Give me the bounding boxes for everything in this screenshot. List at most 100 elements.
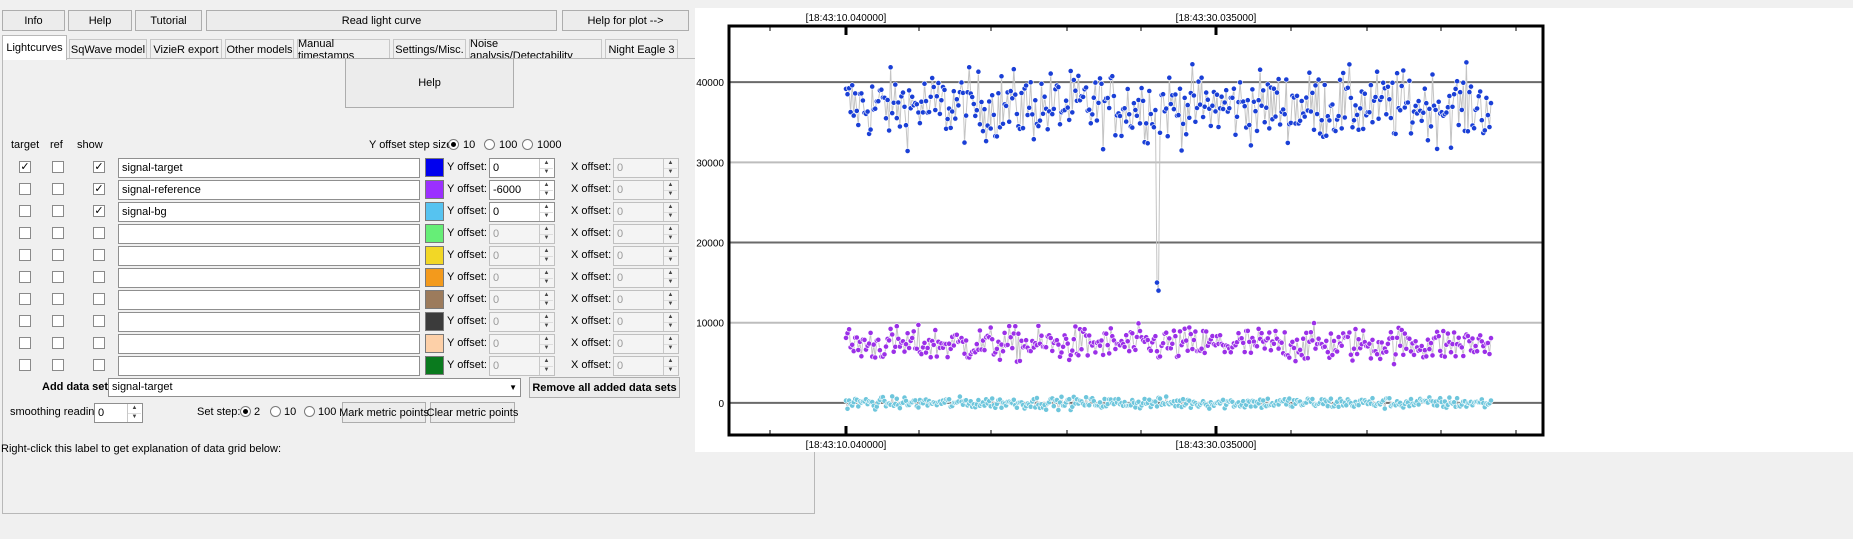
spin-down-icon[interactable]: ▼ <box>664 168 677 177</box>
tutorial-button[interactable]: Tutorial <box>135 10 202 31</box>
set-step-radio-10[interactable] <box>270 406 281 417</box>
spin-down-icon[interactable]: ▼ <box>664 256 677 265</box>
spin-down-icon[interactable]: ▼ <box>664 344 677 353</box>
y-offset-input[interactable]: 0 ▲ ▼ <box>489 246 555 266</box>
ref-checkbox[interactable] <box>52 359 64 371</box>
target-checkbox[interactable] <box>19 359 31 371</box>
color-swatch[interactable] <box>425 224 444 243</box>
data-set-name-field[interactable] <box>118 356 420 376</box>
spin-down-icon[interactable]: ▼ <box>664 212 677 221</box>
clear-metric-points-button[interactable]: Clear metric points <box>427 402 518 423</box>
target-checkbox[interactable] <box>19 315 31 327</box>
spin-down-icon[interactable]: ▼ <box>664 190 677 199</box>
target-checkbox[interactable] <box>19 271 31 283</box>
spin-down-icon[interactable]: ▼ <box>664 366 677 375</box>
smoothing-readings-input[interactable]: 0 ▲ ▼ <box>94 403 143 423</box>
y-offset-input[interactable]: 0 ▲ ▼ <box>489 224 555 244</box>
help-for-plot-button[interactable]: Help for plot --> <box>562 10 689 31</box>
spin-down-icon[interactable]: ▼ <box>664 300 677 309</box>
color-swatch[interactable] <box>425 268 444 287</box>
x-offset-input[interactable]: 0 ▲ ▼ <box>613 180 679 200</box>
info-button[interactable]: Info <box>2 10 65 31</box>
remove-all-data-sets-button[interactable]: Remove all added data sets <box>529 377 680 398</box>
data-set-name-field[interactable]: signal-reference <box>118 180 420 200</box>
add-data-set-select[interactable]: signal-target ▼ <box>108 378 521 397</box>
ref-checkbox[interactable] <box>52 337 64 349</box>
spin-down-icon[interactable]: ▼ <box>664 322 677 331</box>
x-offset-input[interactable]: 0 ▲ ▼ <box>613 246 679 266</box>
color-swatch[interactable] <box>425 312 444 331</box>
color-swatch[interactable] <box>425 158 444 177</box>
data-set-name-field[interactable] <box>118 246 420 266</box>
y-offset-input[interactable]: 0 ▲ ▼ <box>489 158 555 178</box>
x-offset-input[interactable]: 0 ▲ ▼ <box>613 202 679 222</box>
show-checkbox[interactable] <box>93 315 105 327</box>
x-offset-input[interactable]: 0 ▲ ▼ <box>613 224 679 244</box>
target-checkbox[interactable] <box>19 293 31 305</box>
data-set-name-field[interactable] <box>118 224 420 244</box>
show-checkbox[interactable] <box>93 227 105 239</box>
mark-metric-points-button[interactable]: Mark metric points <box>339 402 429 423</box>
set-step-radio-100[interactable] <box>304 406 315 417</box>
color-swatch[interactable] <box>425 202 444 221</box>
spin-down-icon[interactable]: ▼ <box>540 212 553 221</box>
target-checkbox[interactable] <box>19 183 31 195</box>
x-offset-input[interactable]: 0 ▲ ▼ <box>613 312 679 332</box>
y-offset-input[interactable]: 0 ▲ ▼ <box>489 356 555 376</box>
spin-down-icon[interactable]: ▼ <box>540 168 553 177</box>
show-checkbox[interactable] <box>93 271 105 283</box>
spin-down-icon[interactable]: ▼ <box>540 234 553 243</box>
show-checkbox[interactable]: ✓ <box>93 205 105 217</box>
ref-checkbox[interactable] <box>52 271 64 283</box>
target-checkbox[interactable] <box>19 227 31 239</box>
tab-manual-timestamps[interactable]: Manual timestamps <box>297 38 390 62</box>
tab-night-eagle-3[interactable]: Night Eagle 3 <box>605 39 678 59</box>
spin-down-icon[interactable]: ▼ <box>540 344 553 353</box>
show-checkbox[interactable] <box>93 359 105 371</box>
ref-checkbox[interactable] <box>52 293 64 305</box>
x-offset-input[interactable]: 0 ▲ ▼ <box>613 290 679 310</box>
y-step-radio-100[interactable] <box>484 139 495 150</box>
data-set-name-field[interactable] <box>118 268 420 288</box>
ref-checkbox[interactable] <box>52 315 64 327</box>
data-set-name-field[interactable] <box>118 312 420 332</box>
y-offset-input[interactable]: 0 ▲ ▼ <box>489 334 555 354</box>
show-checkbox[interactable] <box>93 293 105 305</box>
help-button[interactable]: Help <box>68 10 132 31</box>
x-offset-input[interactable]: 0 ▲ ▼ <box>613 158 679 178</box>
target-checkbox[interactable]: ✓ <box>19 161 31 173</box>
spin-down-icon[interactable]: ▼ <box>664 278 677 287</box>
y-step-radio-1000[interactable] <box>522 139 533 150</box>
color-swatch[interactable] <box>425 180 444 199</box>
y-step-radio-10[interactable] <box>448 139 459 150</box>
color-swatch[interactable] <box>425 334 444 353</box>
tab-settings-misc[interactable]: Settings/Misc. <box>393 39 466 59</box>
ref-checkbox[interactable] <box>52 205 64 217</box>
tab-noise-analysis-detectability[interactable]: Noise analysis/Detectability <box>469 38 602 62</box>
spin-down-icon[interactable]: ▼ <box>540 366 553 375</box>
data-set-name-field[interactable] <box>118 334 420 354</box>
show-checkbox[interactable] <box>93 249 105 261</box>
x-offset-input[interactable]: 0 ▲ ▼ <box>613 268 679 288</box>
show-checkbox[interactable]: ✓ <box>93 183 105 195</box>
spin-down-icon[interactable]: ▼ <box>540 278 553 287</box>
y-offset-input[interactable]: 0 ▲ ▼ <box>489 268 555 288</box>
y-offset-input[interactable]: 0 ▲ ▼ <box>489 312 555 332</box>
plot-area[interactable]: 0 10000 20000 30000 40000 [18:43:10.040000] [1… <box>695 8 1853 452</box>
target-checkbox[interactable] <box>19 249 31 261</box>
color-swatch[interactable] <box>425 356 444 375</box>
spin-down-icon[interactable]: ▼ <box>540 322 553 331</box>
color-swatch[interactable] <box>425 246 444 265</box>
y-offset-input[interactable]: -6000 ▲ ▼ <box>489 180 555 200</box>
read-light-curve-button[interactable]: Read light curve <box>206 10 557 31</box>
spin-down-icon[interactable]: ▼ <box>128 413 141 422</box>
color-swatch[interactable] <box>425 290 444 309</box>
tab-vizier-export[interactable]: VizieR export <box>150 39 222 59</box>
show-checkbox[interactable]: ✓ <box>93 161 105 173</box>
y-offset-input[interactable]: 0 ▲ ▼ <box>489 202 555 222</box>
data-set-name-field[interactable]: signal-target <box>118 158 420 178</box>
panel-help-button[interactable]: Help <box>345 58 514 108</box>
spin-down-icon[interactable]: ▼ <box>540 190 553 199</box>
x-offset-input[interactable]: 0 ▲ ▼ <box>613 334 679 354</box>
spin-down-icon[interactable]: ▼ <box>540 300 553 309</box>
